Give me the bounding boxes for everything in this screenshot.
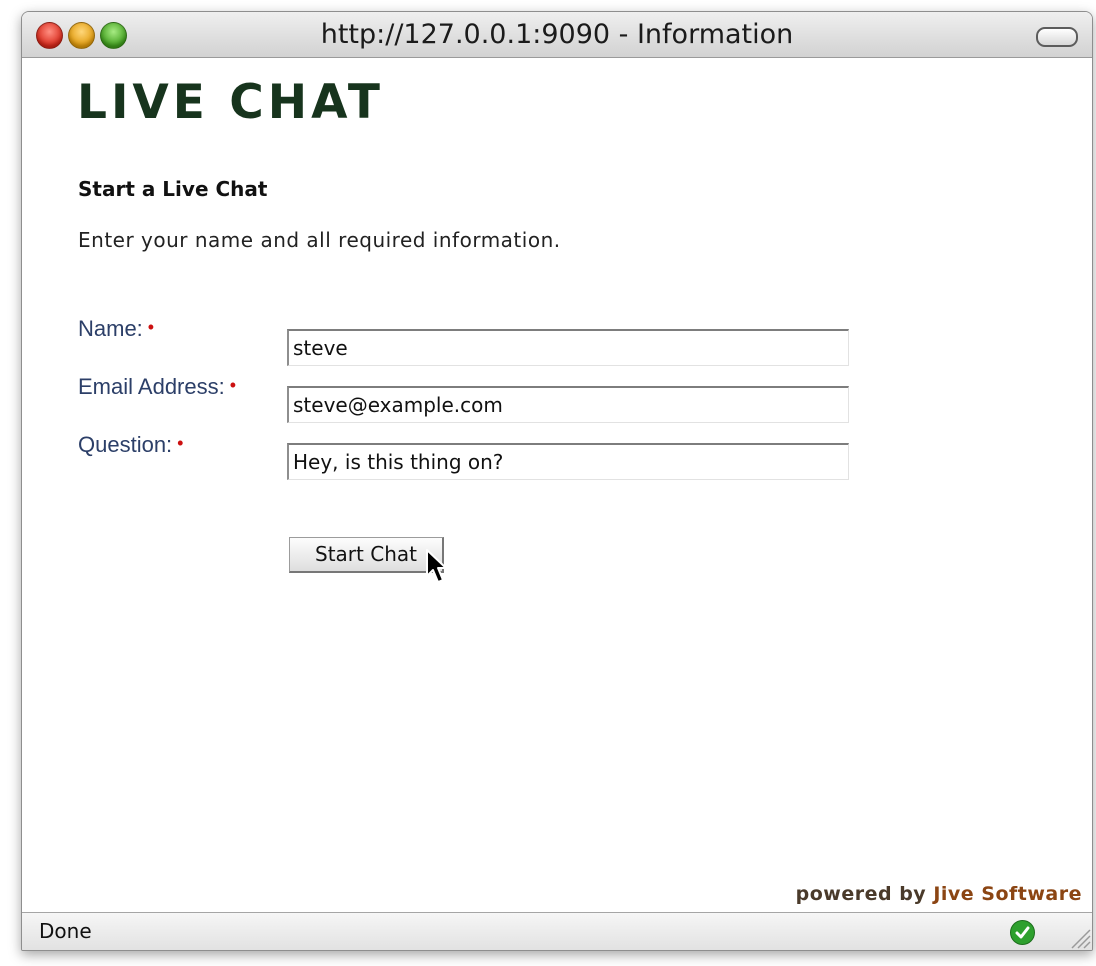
instruction-text: Enter your name and all required informa… (78, 228, 561, 252)
required-marker: • (177, 433, 184, 453)
jive-software-link[interactable]: Jive Software (933, 883, 1082, 905)
browser-window: http://127.0.0.1:9090 - Information LIVE… (21, 11, 1093, 951)
powered-by-footer: powered by Jive Software (796, 883, 1082, 905)
email-label: Email Address: • (78, 374, 236, 400)
name-label: Name: • (78, 316, 154, 342)
question-field[interactable]: Hey, is this thing on? (287, 443, 849, 480)
question-label: Question: • (78, 432, 183, 458)
page-content: LIVE CHAT Start a Live Chat Enter your n… (22, 58, 1092, 913)
mouse-pointer-icon (426, 549, 447, 583)
status-bar: Done (22, 912, 1092, 950)
title-bar: http://127.0.0.1:9090 - Information (22, 12, 1092, 58)
window-title: http://127.0.0.1:9090 - Information (320, 19, 794, 50)
name-field[interactable]: steve (287, 329, 849, 366)
email-label-text: Email Address: (78, 374, 225, 399)
start-chat-button[interactable]: Start Chat (289, 537, 444, 573)
name-label-text: Name: (78, 316, 143, 341)
resize-grip-icon[interactable] (1062, 920, 1092, 950)
required-marker: • (147, 317, 155, 337)
powered-by-text: powered by (795, 883, 927, 905)
email-field[interactable]: steve@example.com (287, 386, 849, 423)
status-text: Done (39, 919, 92, 943)
page-heading: Start a Live Chat (78, 177, 268, 201)
live-chat-logo: LIVE CHAT (77, 75, 384, 130)
question-label-text: Question: (78, 432, 173, 457)
toolbar-toggle-button[interactable] (1036, 27, 1078, 47)
required-marker: • (229, 375, 237, 395)
checkmark-icon (1010, 920, 1035, 945)
